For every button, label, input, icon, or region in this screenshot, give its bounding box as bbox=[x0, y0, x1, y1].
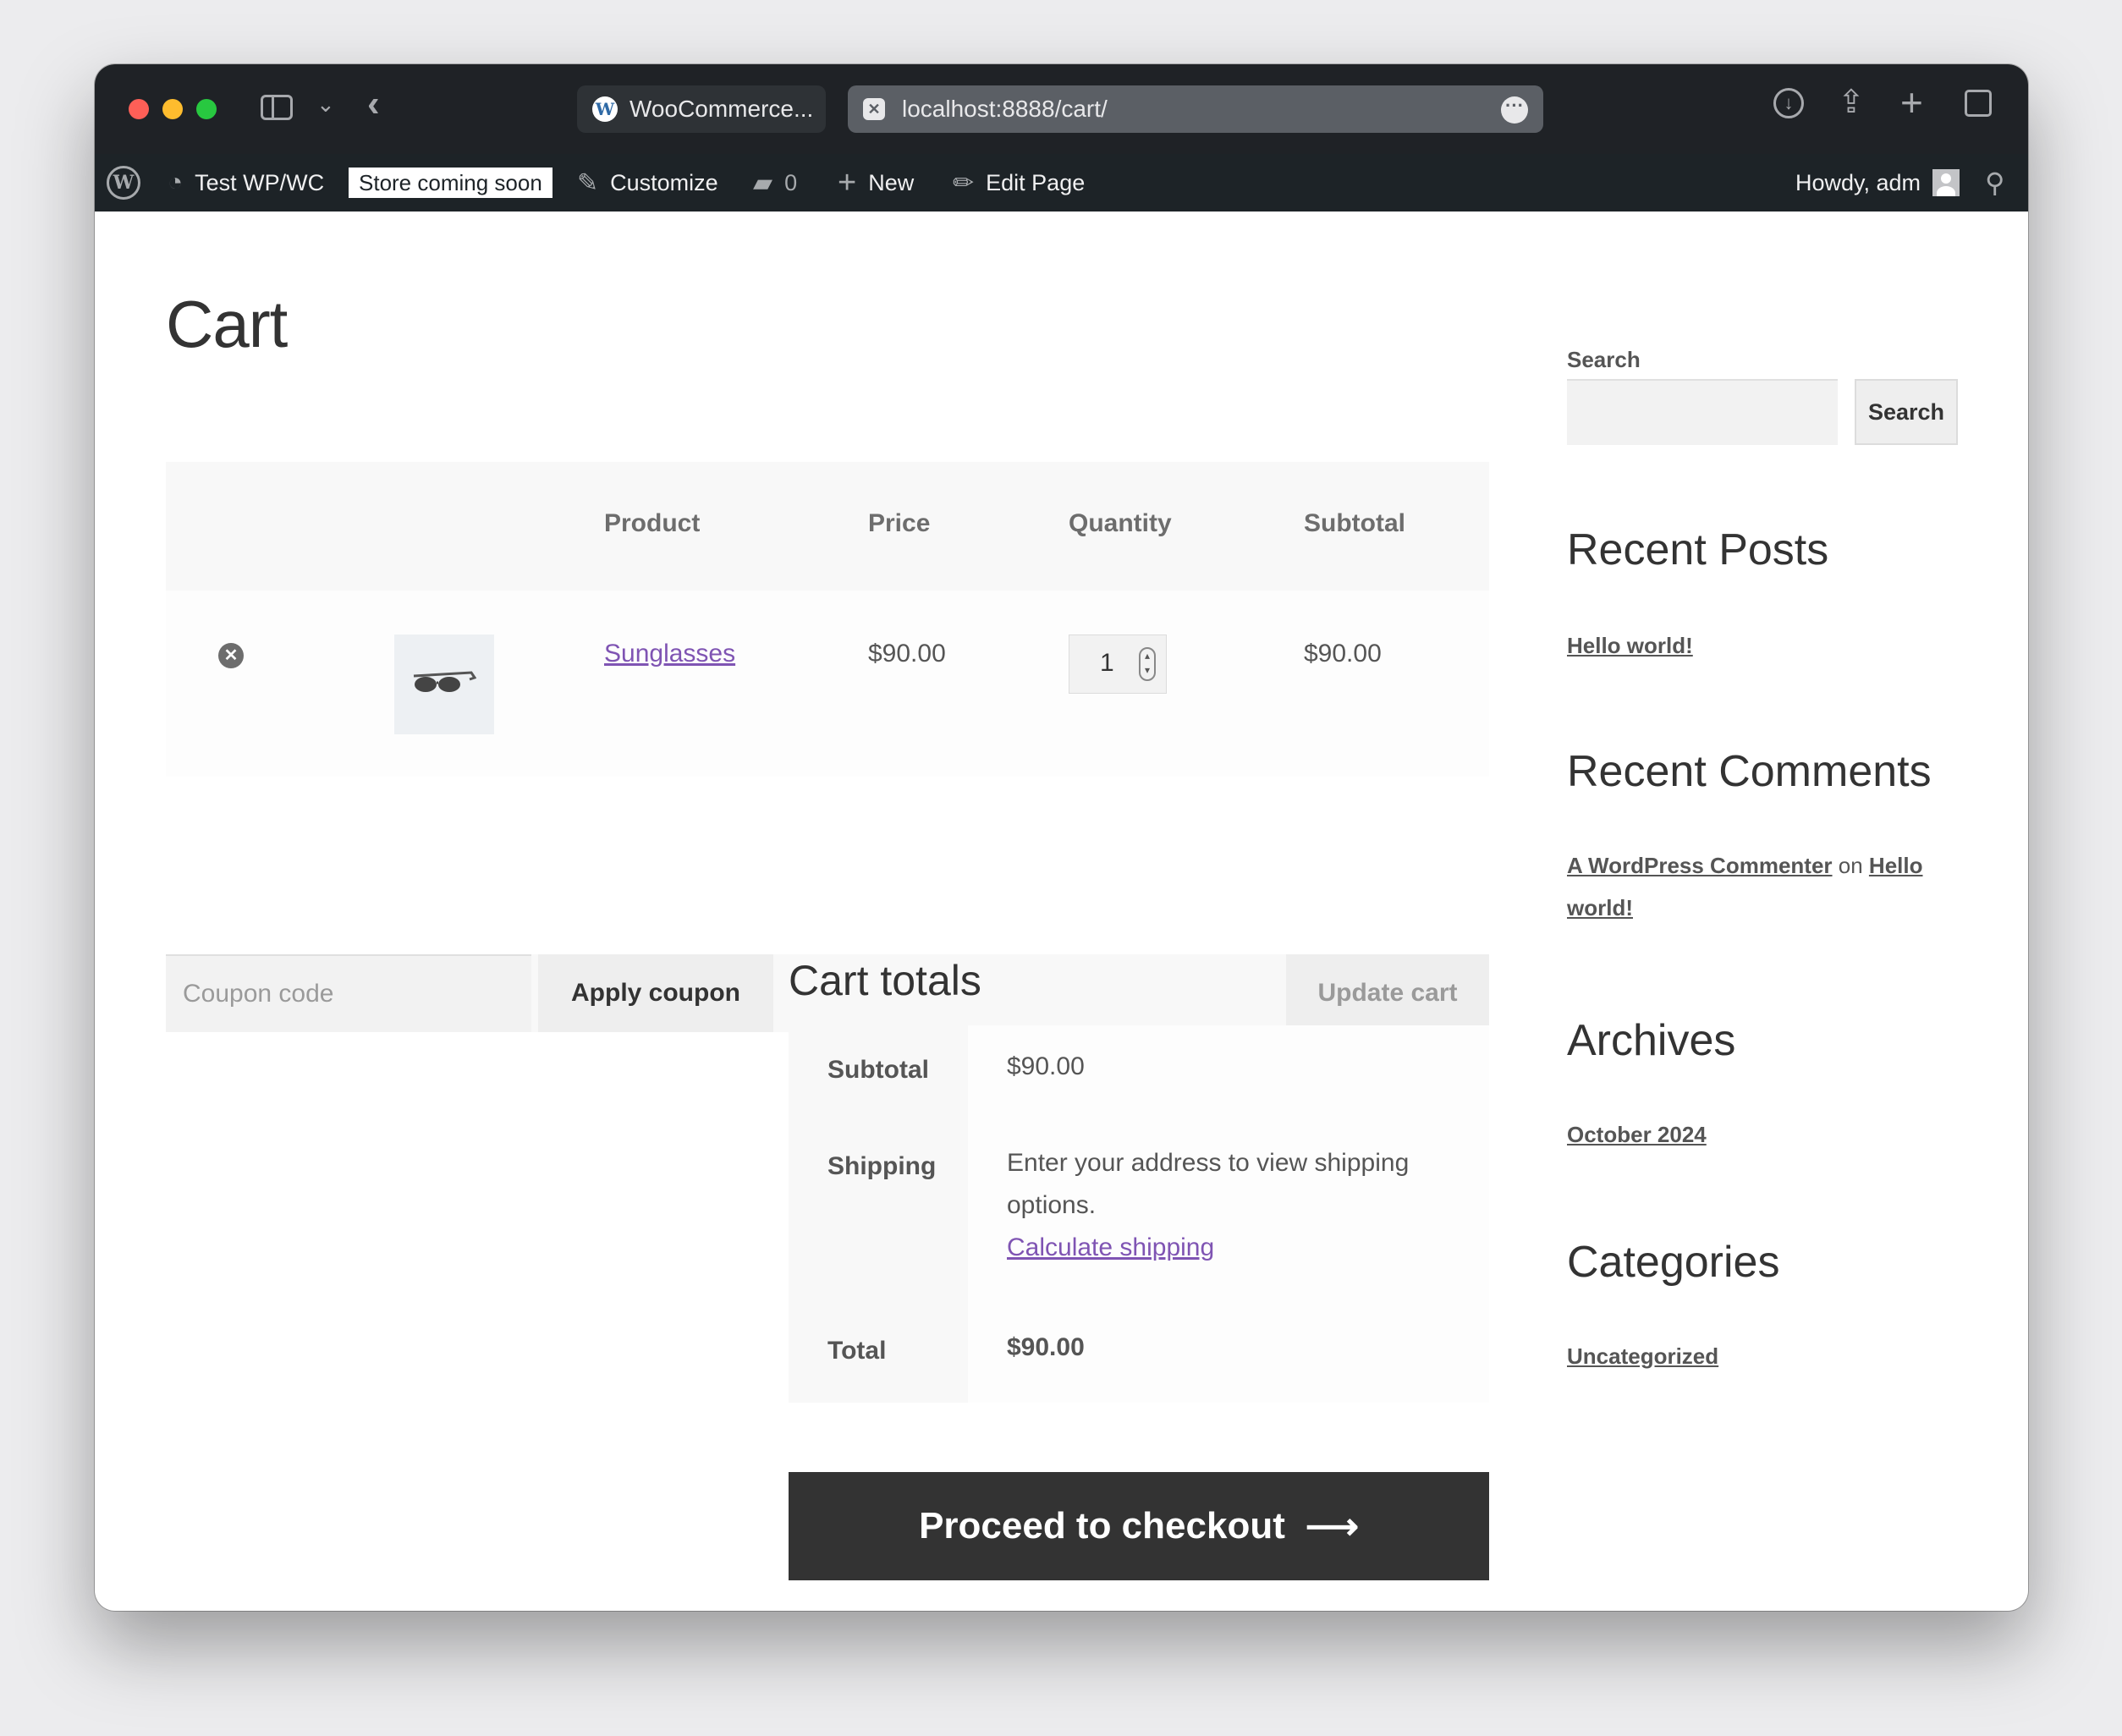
howdy-text: Howdy, adm bbox=[1795, 169, 1921, 195]
search-button[interactable]: Search bbox=[1855, 379, 1958, 445]
header-subtotal: Subtotal bbox=[1304, 509, 1405, 537]
subtotal-label: Subtotal bbox=[789, 1025, 968, 1122]
tab-overview-icon[interactable] bbox=[1965, 90, 1992, 117]
wp-admin-bar: W ◔ Test WP/WC Store coming soon ✎ Custo… bbox=[95, 154, 2028, 212]
browser-toolbar: ⌄ ‹ W WooCommerce... ✕ localhost:8888/ca… bbox=[95, 64, 2028, 154]
comment-on-text: on bbox=[1838, 853, 1863, 878]
totals-subtotal-row: Subtotal $90.00 bbox=[789, 1025, 1489, 1122]
shipping-message: Enter your address to view shipping opti… bbox=[1007, 1149, 1410, 1219]
back-arrow-icon[interactable]: ‹ bbox=[367, 83, 380, 125]
apply-coupon-button[interactable]: Apply coupon bbox=[538, 954, 773, 1032]
admin-search-icon[interactable]: ⚲ bbox=[1985, 154, 2004, 212]
favicon-placeholder-icon: ✕ bbox=[863, 98, 885, 120]
category-link[interactable]: Uncategorized bbox=[1567, 1343, 1718, 1370]
spinner-arrows-icon[interactable]: ▴ ▾ bbox=[1139, 647, 1156, 681]
store-coming-soon-badge[interactable]: Store coming soon bbox=[349, 154, 552, 212]
header-price: Price bbox=[868, 509, 931, 537]
tab-title: WooCommerce... bbox=[629, 96, 814, 122]
subtotal-value: $90.00 bbox=[968, 1025, 1489, 1122]
checkout-button-label: Proceed to checkout bbox=[919, 1505, 1285, 1546]
arrow-right-icon: ⟶ bbox=[1305, 1505, 1359, 1547]
comment-bubble-icon: ▰ bbox=[753, 168, 773, 197]
minimize-window-button[interactable] bbox=[162, 99, 183, 119]
page-title: Cart bbox=[166, 287, 288, 361]
comments-count: 0 bbox=[784, 169, 798, 195]
account-menu[interactable]: Howdy, adm bbox=[1795, 154, 1960, 212]
share-icon[interactable]: ⇪ bbox=[1838, 83, 1865, 121]
proceed-to-checkout-button[interactable]: Proceed to checkout ⟶ bbox=[789, 1472, 1489, 1580]
page-content: Cart Product Price Quantity Subtotal ✕ S… bbox=[95, 212, 2028, 1611]
new-content-menu[interactable]: + New bbox=[838, 154, 914, 212]
categories-title: Categories bbox=[1567, 1238, 1780, 1287]
close-window-button[interactable] bbox=[129, 99, 149, 119]
totals-shipping-row: Shipping Enter your address to view ship… bbox=[789, 1122, 1489, 1303]
avatar bbox=[1932, 169, 1960, 196]
total-label: Total bbox=[789, 1303, 968, 1403]
sunglasses-icon bbox=[413, 671, 476, 692]
download-icon[interactable]: ↓ bbox=[1773, 88, 1804, 118]
table-row: ✕ Sunglasses $90.00 1 ▴ ▾ $90.00 bbox=[166, 591, 1489, 777]
edit-page-menu[interactable]: ✏ Edit Page bbox=[953, 154, 1085, 212]
quantity-value[interactable]: 1 bbox=[1100, 649, 1114, 678]
cart-totals: Cart totals Subtotal $90.00 Shipping Ent… bbox=[789, 956, 1489, 1403]
total-value: $90.00 bbox=[968, 1303, 1489, 1403]
wordpress-favicon-icon: W bbox=[592, 96, 618, 122]
pencil-icon: ✏ bbox=[953, 168, 975, 197]
comments-menu[interactable]: ▰ 0 bbox=[753, 154, 797, 212]
header-product: Product bbox=[604, 509, 701, 537]
customize-menu[interactable]: ✎ Customize bbox=[577, 154, 718, 212]
plus-icon: + bbox=[838, 164, 857, 201]
coupon-code-input[interactable] bbox=[166, 954, 531, 1032]
new-tab-plus-icon[interactable]: + bbox=[1900, 80, 1923, 125]
wp-logo-menu[interactable]: W bbox=[107, 154, 140, 212]
shipping-value: Enter your address to view shipping opti… bbox=[968, 1122, 1489, 1303]
product-link[interactable]: Sunglasses bbox=[604, 640, 735, 668]
paintbrush-icon: ✎ bbox=[577, 168, 599, 197]
search-input[interactable] bbox=[1567, 379, 1838, 445]
sidebar-toggle-icon[interactable] bbox=[261, 95, 293, 120]
calculate-shipping-link[interactable]: Calculate shipping bbox=[1007, 1233, 1214, 1261]
header-quantity: Quantity bbox=[1069, 509, 1172, 537]
site-name: Test WP/WC bbox=[195, 169, 325, 195]
tab-woocommerce[interactable]: W WooCommerce... bbox=[577, 85, 826, 133]
totals-total-row: Total $90.00 bbox=[789, 1303, 1489, 1403]
comment-author-link[interactable]: A WordPress Commenter bbox=[1567, 853, 1833, 878]
address-bar-url[interactable]: localhost:8888/cart/ bbox=[902, 96, 1108, 123]
product-thumbnail[interactable] bbox=[394, 635, 494, 734]
dashboard-gauge-icon: ◔ bbox=[168, 168, 184, 196]
more-options-icon[interactable]: ··· bbox=[1501, 96, 1528, 124]
shipping-label: Shipping bbox=[789, 1122, 968, 1303]
zoom-window-button[interactable] bbox=[196, 99, 217, 119]
archive-month-link[interactable]: October 2024 bbox=[1567, 1122, 1707, 1148]
recent-comment-item: A WordPress Commenter on Hello world! bbox=[1567, 844, 1956, 929]
recent-posts-title: Recent Posts bbox=[1567, 525, 1829, 574]
search-label: Search bbox=[1567, 347, 1641, 372]
wordpress-logo-icon: W bbox=[107, 166, 140, 200]
recent-comments-title: Recent Comments bbox=[1567, 747, 1932, 796]
site-name-menu[interactable]: ◔ Test WP/WC bbox=[168, 154, 324, 212]
archives-title: Archives bbox=[1567, 1016, 1736, 1065]
remove-item-icon[interactable]: ✕ bbox=[218, 643, 244, 668]
recent-post-link[interactable]: Hello world! bbox=[1567, 633, 1693, 659]
address-bar[interactable]: ✕ localhost:8888/cart/ ··· bbox=[848, 85, 1543, 133]
cart-table-header: Product Price Quantity Subtotal bbox=[166, 462, 1489, 591]
item-subtotal: $90.00 bbox=[1304, 640, 1382, 667]
item-price: $90.00 bbox=[868, 640, 946, 667]
chevron-down-icon[interactable]: ⌄ bbox=[316, 91, 335, 118]
quantity-stepper[interactable]: 1 ▴ ▾ bbox=[1069, 635, 1167, 694]
cart-totals-title: Cart totals bbox=[789, 957, 981, 1004]
browser-window: ⌄ ‹ W WooCommerce... ✕ localhost:8888/ca… bbox=[95, 64, 2028, 1611]
